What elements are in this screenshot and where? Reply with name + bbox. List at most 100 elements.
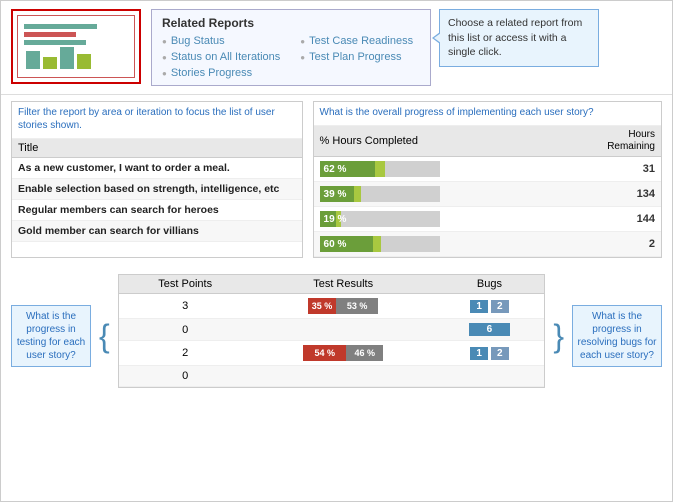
test-bar-gray: 46 % [346,345,383,361]
hours-remaining-cell: 144 [553,207,661,232]
callout-arrow-inner [434,33,441,43]
stories-row: Regular members can search for heroes [12,200,302,221]
progress-bar-cell: 62 % [314,157,553,182]
related-report-test-case-readiness[interactable]: Test Case Readiness [300,35,413,47]
thumb-bars [26,47,91,69]
related-reports-columns: Bug Status Status on All Iterations Stor… [162,35,420,79]
test-bar-gray: 53 % [336,298,378,314]
test-results-cell: 35 %53 % [252,294,435,319]
related-reports-col-2: Test Case Readiness Test Plan Progress [300,35,413,79]
progress-label: 62 % [324,164,347,175]
test-bar-red: 54 % [303,345,346,361]
related-report-label: Stories Progress [171,67,252,79]
story-title-cell: Regular members can search for heroes [12,200,302,221]
stories-panel: Filter the report by area or iteration t… [11,101,303,258]
brace-left-icon: { [99,320,110,352]
bottom-table: Test Points Test Results Bugs 3 35 %53 % 1… [119,275,545,387]
thumb-line-3 [24,40,86,45]
bug-badge-1: 1 [470,300,488,313]
bottom-col-bugs: Bugs [435,275,545,294]
progress-row: 62 % 31 [314,157,661,182]
progress-row: 60 % 2 [314,232,661,257]
stories-row: Gold member can search for villians [12,221,302,242]
progress-row: 39 % 134 [314,182,661,207]
related-report-label: Status on All Iterations [171,51,280,63]
progress-bar-lime [373,236,381,252]
test-points-cell: 3 [119,294,252,319]
bottom-col-points: Test Points [119,275,252,294]
stories-row: As a new customer, I want to order a mea… [12,158,302,179]
related-report-label: Test Case Readiness [309,35,413,47]
bug-badge-wide: 6 [469,323,511,336]
bottom-col-results: Test Results [252,275,435,294]
hours-remaining-cell: 31 [553,157,661,182]
test-results-cell: 54 %46 % [252,341,435,366]
related-reports-col-1: Bug Status Status on All Iterations Stor… [162,35,280,79]
test-points-cell: 0 [119,366,252,387]
progress-label: 19 % [324,214,347,225]
report-thumbnail[interactable] [11,9,141,84]
thumb-line-1 [24,24,97,29]
thumb-bar-3 [60,47,74,69]
middle-section: Filter the report by area or iteration t… [1,95,672,264]
progress-bar-cell: 60 % [314,232,553,257]
bug-container: 6 [443,323,537,336]
test-results-cell [252,319,435,341]
progress-bar-container: 19 % [320,211,440,227]
related-report-label: Test Plan Progress [309,51,401,63]
progress-label: 39 % [324,189,347,200]
bugs-callout: What is the progress in resolving bugs f… [572,305,662,367]
test-bar-container: 54 %46 % [303,345,383,361]
related-reports-callout: Choose a related report from this list o… [439,9,599,67]
thumb-bar-2 [43,57,57,69]
story-title-cell: Enable selection based on strength, inte… [12,179,302,200]
thumb-inner [17,15,135,78]
bugs-cell [435,366,545,387]
progress-bar-container: 39 % [320,186,440,202]
test-points-cell: 2 [119,341,252,366]
stories-row: Enable selection based on strength, inte… [12,179,302,200]
main-container: Related Reports Bug Status Status on All… [0,0,673,502]
related-report-test-plan-progress[interactable]: Test Plan Progress [300,51,413,63]
progress-label: 60 % [324,239,347,250]
progress-bar-lime [375,161,385,177]
progress-note: What is the overall progress of implemen… [314,102,661,126]
progress-col-pct: % Hours Completed [314,126,553,157]
bottom-table-row: 3 35 %53 % 12 [119,294,545,319]
bugs-cell: 12 [435,294,545,319]
progress-bar-lime [354,186,361,202]
progress-bar-cell: 39 % [314,182,553,207]
thumb-bar-1 [26,51,40,69]
bottom-section: What is the progress in testing for each… [1,268,672,394]
testing-callout: What is the progress in testing for each… [11,305,91,367]
bottom-table-panel: Test Points Test Results Bugs 3 35 %53 % 1… [118,274,546,388]
related-report-status-iterations[interactable]: Status on All Iterations [162,51,280,63]
bottom-table-row: 06 [119,319,545,341]
progress-bar-container: 62 % [320,161,440,177]
test-bar-container: 35 %53 % [308,298,378,314]
related-report-stories-progress[interactable]: Stories Progress [162,67,280,79]
progress-panel: What is the overall progress of implemen… [313,101,662,258]
progress-row: 19 % 144 [314,207,661,232]
test-bar-red: 35 % [308,298,336,314]
top-section: Related Reports Bug Status Status on All… [1,1,672,95]
test-results-cell [252,366,435,387]
progress-bar-container: 60 % [320,236,440,252]
test-points-cell: 0 [119,319,252,341]
bug-badge-1: 1 [470,347,488,360]
bottom-table-row: 0 [119,366,545,387]
story-title-cell: Gold member can search for villians [12,221,302,242]
progress-col-hours: HoursRemaining [553,126,661,157]
thumb-bar-4 [77,54,91,69]
stories-table: Title As a new customer, I want to order… [12,139,302,242]
hours-remaining-cell: 134 [553,182,661,207]
hours-remaining-cell: 2 [553,232,661,257]
progress-table: % Hours Completed HoursRemaining 62 %313… [314,126,661,257]
related-report-bug-status[interactable]: Bug Status [162,35,280,47]
bug-badge-2: 2 [491,347,509,360]
thumb-lines [24,24,128,48]
stories-col-title: Title [12,139,302,158]
brace-right-icon: } [553,320,564,352]
filter-note: Filter the report by area or iteration t… [12,102,302,139]
bug-badge-2: 2 [491,300,509,313]
